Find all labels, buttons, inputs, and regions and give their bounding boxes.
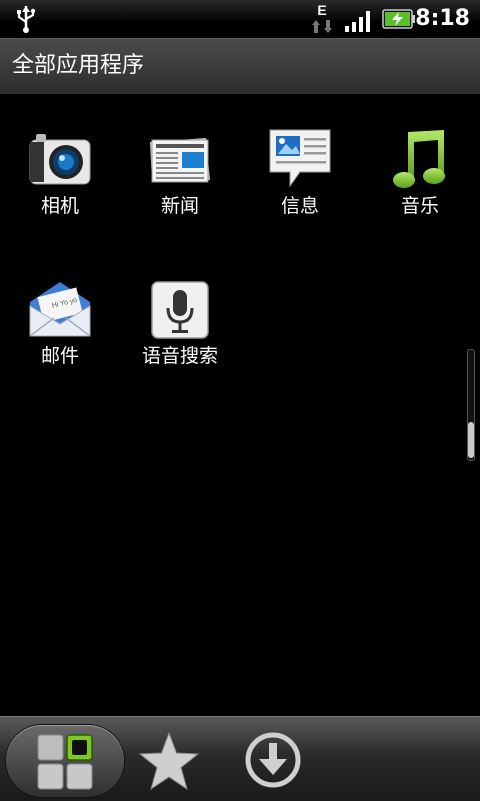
clock: 8:18 xyxy=(415,6,470,31)
app-news[interactable]: 新闻 xyxy=(120,94,240,234)
all-apps-button[interactable] xyxy=(6,725,124,797)
all-apps-grid-icon xyxy=(37,734,93,790)
signal-icon xyxy=(345,11,370,32)
download-arrow-icon[interactable] xyxy=(244,731,302,789)
app-label: 音乐 xyxy=(400,195,439,217)
app-messages[interactable]: 信息 xyxy=(240,94,360,234)
app-grid: 相机 新闻 信息 音乐 Hi Yo yo 邮件 语音搜索 xyxy=(0,94,480,716)
scroll-thumb[interactable] xyxy=(468,422,474,458)
music-icon xyxy=(393,130,445,188)
battery-charging-icon xyxy=(382,9,415,29)
app-label: 相机 xyxy=(40,195,79,217)
app-voice-search[interactable]: 语音搜索 xyxy=(120,244,240,384)
page-title: 全部应用程序 xyxy=(12,53,145,78)
app-camera[interactable]: 相机 xyxy=(0,94,120,234)
camera-icon xyxy=(29,134,91,185)
network-icon: E xyxy=(312,2,332,33)
microphone-icon xyxy=(151,281,209,339)
news-icon xyxy=(150,138,210,183)
usb-icon xyxy=(17,6,36,33)
messages-icon xyxy=(269,129,331,188)
status-bar: E 8:18 xyxy=(0,0,480,38)
star-icon[interactable] xyxy=(138,731,200,793)
svg-text:E: E xyxy=(317,2,326,18)
scrollbar[interactable] xyxy=(467,349,475,461)
app-label: 新闻 xyxy=(160,195,199,217)
dock xyxy=(0,716,480,801)
app-label: 信息 xyxy=(280,195,319,217)
title-bar: 全部应用程序 xyxy=(0,38,480,96)
mail-icon: Hi Yo yo xyxy=(29,282,91,337)
app-label: 邮件 xyxy=(40,345,79,367)
app-label: 语音搜索 xyxy=(141,345,218,367)
app-mail[interactable]: Hi Yo yo 邮件 xyxy=(0,244,120,384)
app-music[interactable]: 音乐 xyxy=(360,94,480,234)
